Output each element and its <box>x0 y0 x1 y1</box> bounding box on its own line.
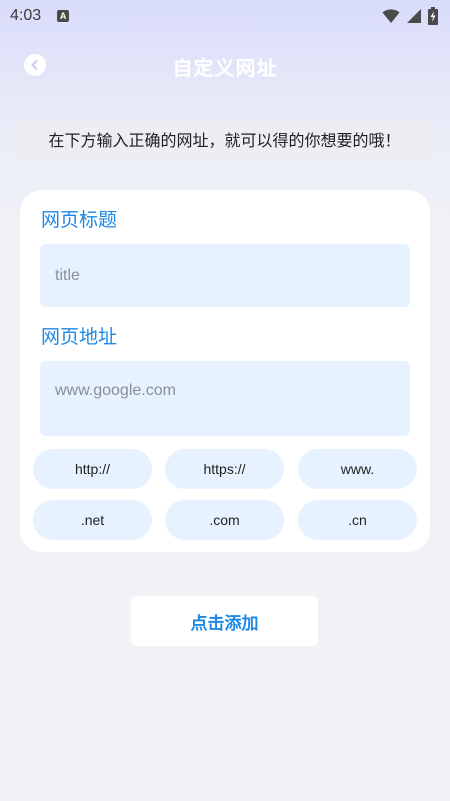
chip-com[interactable]: .com <box>165 500 284 540</box>
title-input[interactable] <box>40 244 410 307</box>
title-label: 网页标题 <box>41 209 118 231</box>
header: 自定义网址 <box>0 46 450 86</box>
status-time: 4:03 <box>10 7 42 24</box>
page-title: 自定义网址 <box>172 55 278 80</box>
back-button[interactable] <box>24 54 46 76</box>
chip-cn[interactable]: .cn <box>298 500 417 540</box>
chevron-left-icon <box>29 56 41 75</box>
url-input[interactable] <box>40 361 410 436</box>
signal-icon <box>406 8 422 24</box>
chip-https[interactable]: https:// <box>165 449 284 489</box>
chip-net[interactable]: .net <box>33 500 152 540</box>
notification-badge-icon: A <box>57 10 70 22</box>
status-icons <box>382 7 438 25</box>
hint-text: 在下方输入正确的网址，就可以得的你想要的哦！ <box>18 119 431 159</box>
wifi-icon <box>382 8 400 24</box>
chip-www[interactable]: www. <box>298 449 417 489</box>
add-button[interactable]: 点击添加 <box>131 596 318 646</box>
chip-http[interactable]: http:// <box>33 449 152 489</box>
battery-charging-icon <box>428 7 438 25</box>
status-bar: 4:03 A <box>0 0 450 32</box>
form-card: 网页标题 网页地址 http:// https:// www. .net .co… <box>20 190 430 552</box>
url-label: 网页地址 <box>41 326 118 348</box>
